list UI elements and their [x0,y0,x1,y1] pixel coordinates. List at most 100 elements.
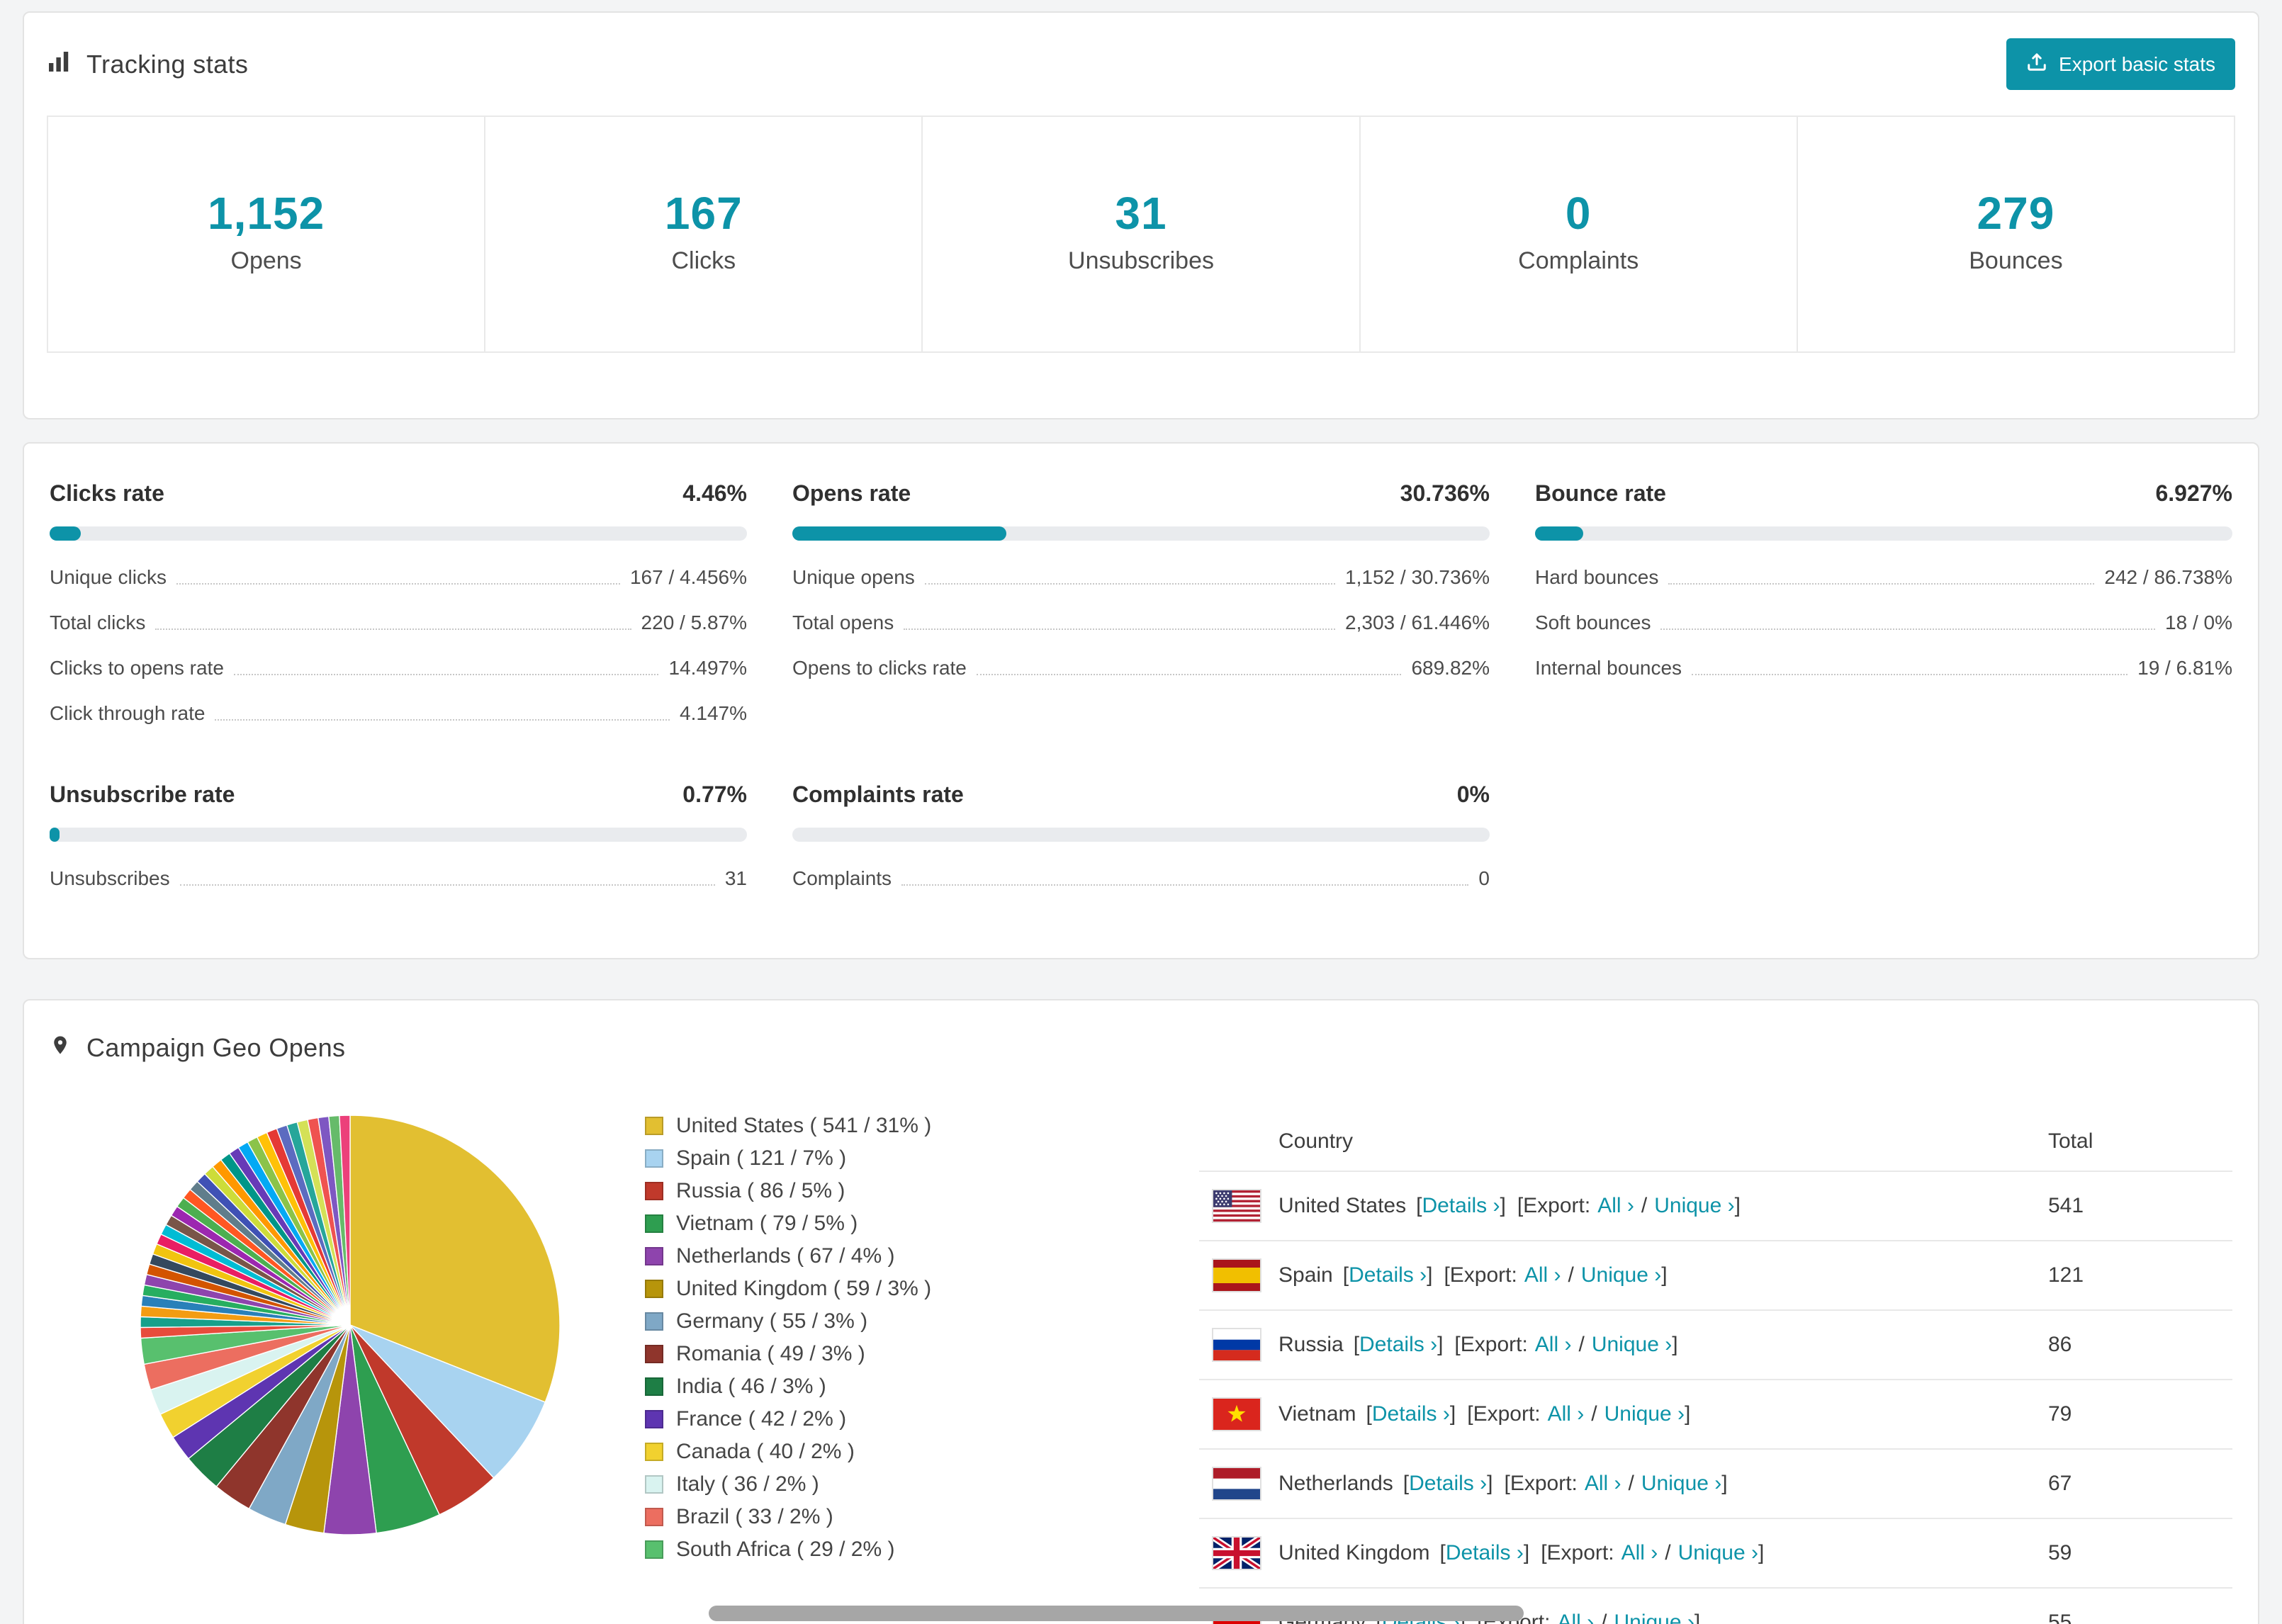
page: Tracking stats Export basic stats 1,152 O… [0,0,2282,1624]
export-unique-link[interactable]: Unique › [1654,1194,1734,1217]
export-all-link[interactable]: All › [1548,1402,1585,1426]
bracket: [ [1353,1333,1360,1356]
progress-bar [1535,526,2232,541]
metric-row-total-opens: Total opens 2,303 / 61.446% [792,600,1490,645]
legend-swatch [645,1280,663,1298]
metric-row-unique-opens: Unique opens 1,152 / 30.736% [792,555,1490,600]
legend-swatch [645,1443,663,1461]
export-unique-link[interactable]: Unique › [1641,1472,1721,1495]
slash: / [1591,1402,1597,1426]
rates-grid: Clicks rate 4.46% Unique clicks 167 / 4.456… [50,480,2232,901]
dotted-leader [901,884,1469,886]
bracket: ] [1500,1194,1506,1217]
tracking-stats-card: Tracking stats Export basic stats 1,152 O… [23,11,2259,419]
legend-item-romania: Romania ( 49 / 3% ) [645,1338,1106,1370]
export-unique-link[interactable]: Unique › [1604,1402,1685,1426]
metric-label: Total clicks [50,611,146,633]
dotted-leader [176,583,620,585]
horizontal-scrollbar-thumb[interactable] [709,1606,1524,1621]
stat-value: 167 [664,188,743,239]
flag-gb-icon [1212,1536,1261,1570]
geo-table-row-vietnam: Vietnam [Details ›] [Export: All › / Unique ›… [1199,1379,2232,1448]
dotted-leader [1692,674,2128,675]
geo-content: United States ( 541 / 31% ) Spain ( 121 /… [50,1112,2232,1624]
legend-label: Netherlands ( 67 / 4% ) [676,1244,895,1268]
metric-value: 31 [724,867,747,889]
metric-label: Total opens [792,611,894,633]
progress-fill [50,526,81,541]
export-basic-stats-button[interactable]: Export basic stats [2006,38,2235,90]
details-link[interactable]: Details › [1349,1263,1427,1287]
bracket: ] [1672,1333,1678,1356]
pie-legend: United States ( 541 / 31% ) Spain ( 121 /… [645,1110,1106,1624]
metric-label: Clicks to opens rate [50,657,224,679]
export-all-link[interactable]: All › [1585,1472,1621,1495]
bracket: ] [1685,1402,1691,1426]
dotted-leader [904,628,1336,630]
page-title: Tracking stats [86,49,249,79]
geo-opens-header: Campaign Geo Opens [50,1032,2232,1064]
bracket: ] [1437,1333,1444,1356]
progress-fill [1535,526,1584,541]
legend-swatch [645,1410,663,1428]
legend-swatch [645,1540,663,1559]
rate-value: 0% [1456,782,1490,807]
legend-item-russia: Russia ( 86 / 5% ) [645,1175,1106,1207]
bracket: ] [1758,1541,1765,1564]
details-link[interactable]: Details › [1409,1472,1487,1495]
progress-fill [50,828,60,842]
rate-title: Clicks rate [50,480,164,506]
bracket: ] [1694,1611,1701,1624]
metric-row-hard-bounces: Hard bounces 242 / 86.738% [1535,555,2232,600]
metric-value: 2,303 / 61.446% [1345,611,1490,633]
rate-value: 4.46% [682,480,747,506]
export-all-link[interactable]: All › [1535,1333,1572,1356]
export-prefix: [Export: [1467,1402,1541,1426]
metric-row-click-through-rate: Click through rate 4.147% [50,691,747,736]
details-link[interactable]: Details › [1372,1402,1450,1426]
rate-section-complaints-rate: Complaints rate 0% Complaints 0 [792,782,1490,901]
export-all-link[interactable]: All › [1621,1541,1658,1564]
country-name: Netherlands [1278,1472,1393,1495]
geo-pie-chart [137,1112,563,1624]
export-all-link[interactable]: All › [1557,1611,1594,1624]
metric-row-internal-bounces: Internal bounces 19 / 6.81% [1535,645,2232,691]
bar-chart-icon [47,50,71,79]
country-total: 67 [2048,1472,2072,1495]
metric-value: 4.147% [680,702,747,724]
legend-label: Brazil ( 33 / 2% ) [676,1505,833,1528]
metric-label: Opens to clicks rate [792,657,967,679]
export-unique-link[interactable]: Unique › [1614,1611,1694,1624]
rate-value: 6.927% [2155,480,2232,506]
export-unique-link[interactable]: Unique › [1581,1263,1661,1287]
details-link[interactable]: Details › [1422,1194,1500,1217]
legend-label: Russia ( 86 / 5% ) [676,1179,845,1202]
country-column-header: Country [1278,1129,1354,1153]
metric-label: Unique clicks [50,566,167,588]
dotted-leader [1668,583,2095,585]
export-unique-link[interactable]: Unique › [1592,1333,1672,1356]
legend-item-vietnam: Vietnam ( 79 / 5% ) [645,1207,1106,1240]
export-unique-link[interactable]: Unique › [1678,1541,1758,1564]
legend-swatch [645,1508,663,1526]
legend-item-south-africa: South Africa ( 29 / 2% ) [645,1533,1106,1566]
progress-fill [792,526,1007,541]
stat-label: Opens [230,247,302,274]
dotted-leader [179,884,715,886]
details-link[interactable]: Details › [1446,1541,1524,1564]
metric-row-unique-clicks: Unique clicks 167 / 4.456% [50,555,747,600]
total-column-header: Total [2048,1129,2093,1153]
bracket: ] [1721,1472,1728,1495]
legend-label: Canada ( 40 / 2% ) [676,1440,855,1463]
export-all-link[interactable]: All › [1524,1263,1561,1287]
rate-title: Opens rate [792,480,911,506]
stat-label: Complaints [1518,247,1639,274]
bracket: [ [1366,1402,1372,1426]
geo-table-row-netherlands: Netherlands [Details ›] [Export: All › / Uniq… [1199,1448,2232,1518]
rate-section-bounce-rate: Bounce rate 6.927% Hard bounces 242 / 86.73… [1535,480,2232,736]
country-name: Spain [1278,1263,1333,1287]
details-link[interactable]: Details › [1359,1333,1437,1356]
export-all-link[interactable]: All › [1597,1194,1634,1217]
metric-row-clicks-to-opens-rate: Clicks to opens rate 14.497% [50,645,747,691]
legend-item-brazil: Brazil ( 33 / 2% ) [645,1501,1106,1533]
